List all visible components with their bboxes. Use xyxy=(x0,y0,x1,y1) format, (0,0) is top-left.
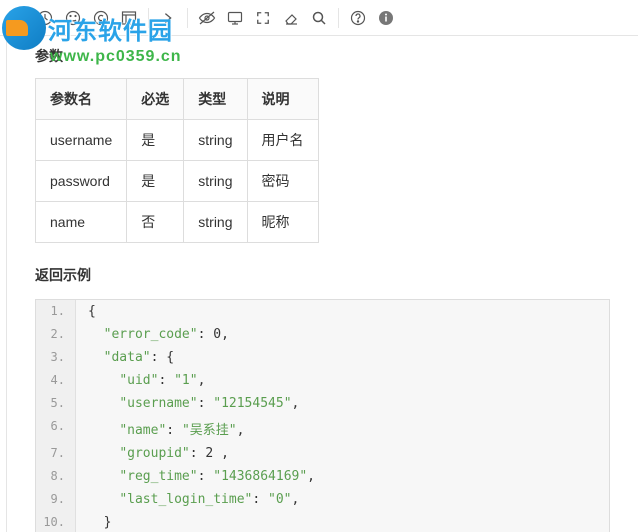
code-block: 1.{2. "error_code": 0,3. "data": {4. "ui… xyxy=(35,299,610,532)
line-number: 6. xyxy=(36,415,76,442)
line-number: 9. xyxy=(36,488,76,511)
code-content: { xyxy=(76,300,96,323)
table-header: 必选 xyxy=(127,79,184,120)
table-icon[interactable] xyxy=(4,5,30,31)
table-cell: string xyxy=(184,161,247,202)
table-cell: string xyxy=(184,120,247,161)
code-content: "name": "吴系挂", xyxy=(76,415,244,442)
layout-icon[interactable] xyxy=(116,5,142,31)
toolbar-separator xyxy=(187,8,188,28)
document-content: 参数 参数名必选类型说明 username是string用户名password是… xyxy=(6,36,638,532)
eye-off-icon[interactable] xyxy=(194,5,220,31)
params-heading: 参数 xyxy=(35,46,610,66)
search-icon[interactable] xyxy=(306,5,332,31)
code-content: "error_code": 0, xyxy=(76,323,229,346)
code-line: 1.{ xyxy=(36,300,609,323)
table-cell: 密码 xyxy=(247,161,318,202)
code-line: 5. "username": "12154545", xyxy=(36,392,609,415)
chevron-right-icon[interactable] xyxy=(155,5,181,31)
code-line: 8. "reg_time": "1436864169", xyxy=(36,465,609,488)
expand-icon[interactable] xyxy=(250,5,276,31)
table-cell: 用户名 xyxy=(247,120,318,161)
help-icon[interactable] xyxy=(345,5,371,31)
code-line: 6. "name": "吴系挂", xyxy=(36,415,609,442)
code-line: 3. "data": { xyxy=(36,346,609,369)
code-line: 10. } xyxy=(36,511,609,532)
table-row: username是string用户名 xyxy=(36,120,319,161)
info-icon[interactable] xyxy=(373,5,399,31)
table-cell: username xyxy=(36,120,127,161)
editor-toolbar xyxy=(0,0,638,36)
table-row: name否string昵称 xyxy=(36,202,319,243)
line-number: 1. xyxy=(36,300,76,323)
code-content: "reg_time": "1436864169", xyxy=(76,465,315,488)
line-number: 8. xyxy=(36,465,76,488)
line-number: 7. xyxy=(36,442,76,465)
line-number: 5. xyxy=(36,392,76,415)
code-content: "uid": "1", xyxy=(76,369,205,392)
table-cell: 昵称 xyxy=(247,202,318,243)
code-line: 9. "last_login_time": "0", xyxy=(36,488,609,511)
return-example-heading: 返回示例 xyxy=(35,265,610,285)
table-header: 说明 xyxy=(247,79,318,120)
code-line: 4. "uid": "1", xyxy=(36,369,609,392)
code-content: "data": { xyxy=(76,346,174,369)
table-cell: string xyxy=(184,202,247,243)
table-cell: name xyxy=(36,202,127,243)
table-header: 参数名 xyxy=(36,79,127,120)
table-header: 类型 xyxy=(184,79,247,120)
copyright-icon[interactable] xyxy=(88,5,114,31)
monitor-icon[interactable] xyxy=(222,5,248,31)
line-number: 10. xyxy=(36,511,76,532)
clock-icon[interactable] xyxy=(32,5,58,31)
code-line: 2. "error_code": 0, xyxy=(36,323,609,346)
table-cell: 是 xyxy=(127,120,184,161)
code-content: "groupid": 2 , xyxy=(76,442,229,465)
smile-icon[interactable] xyxy=(60,5,86,31)
line-number: 3. xyxy=(36,346,76,369)
code-line: 7. "groupid": 2 , xyxy=(36,442,609,465)
code-content: "username": "12154545", xyxy=(76,392,299,415)
toolbar-separator xyxy=(338,8,339,28)
code-content: } xyxy=(76,511,111,532)
line-number: 2. xyxy=(36,323,76,346)
table-row: password是string密码 xyxy=(36,161,319,202)
params-table: 参数名必选类型说明 username是string用户名password是str… xyxy=(35,78,319,243)
code-content: "last_login_time": "0", xyxy=(76,488,299,511)
line-number: 4. xyxy=(36,369,76,392)
table-cell: 否 xyxy=(127,202,184,243)
toolbar-separator xyxy=(148,8,149,28)
eraser-icon[interactable] xyxy=(278,5,304,31)
table-cell: password xyxy=(36,161,127,202)
table-cell: 是 xyxy=(127,161,184,202)
